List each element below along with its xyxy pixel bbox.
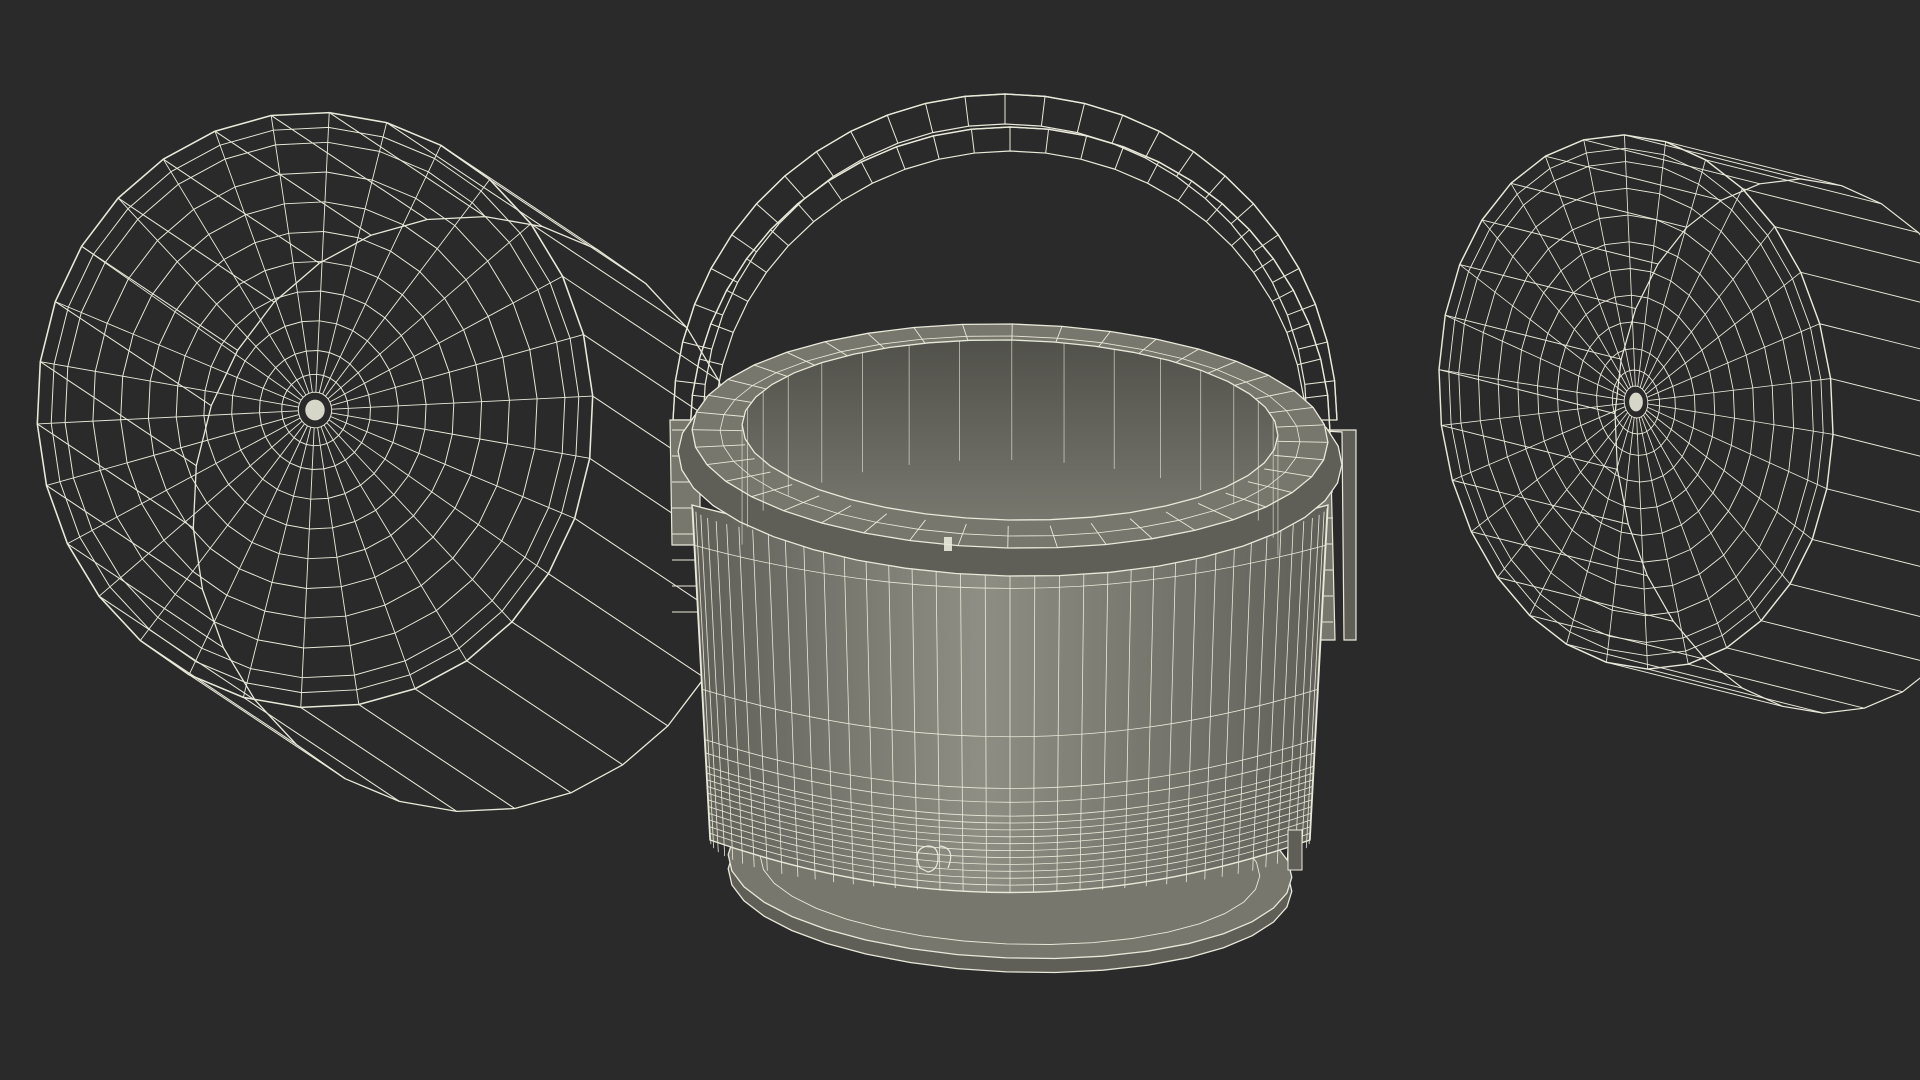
lid-left xyxy=(36,111,750,813)
wireframe-scene xyxy=(36,93,1920,974)
lid-rim-side xyxy=(192,215,750,813)
lid-right xyxy=(1438,134,1920,714)
bucket xyxy=(669,93,1357,974)
render-viewport xyxy=(0,0,1920,1080)
bucket-rim xyxy=(677,323,1343,577)
